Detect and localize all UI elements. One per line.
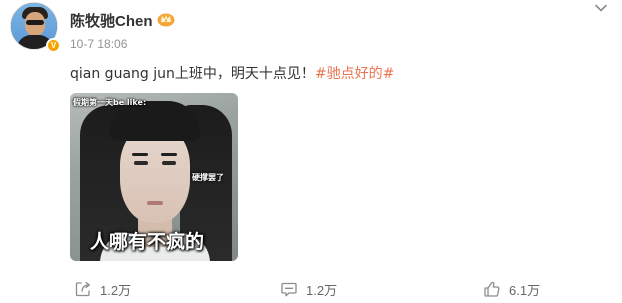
verified-badge-icon: V: [46, 38, 61, 53]
share-icon: [75, 281, 90, 297]
share-count: 1.2万: [100, 282, 132, 298]
avatar[interactable]: V: [10, 2, 61, 53]
action-bar: 1.2万 1.2万 6.1万: [0, 275, 622, 303]
weibo-post-card: V 陈牧驰Chen 10-7 18:06 qian guang jun上班中，明…: [0, 0, 622, 303]
crown-icon: [157, 13, 175, 27]
share-button[interactable]: 1.2万: [74, 278, 131, 300]
hashtag-link[interactable]: #驰点好的#: [315, 66, 394, 82]
image-caption-middle: 硬撑罢了: [192, 173, 224, 182]
post-image[interactable]: 假期第一天be like: 硬撑罢了 人哪有不疯的: [70, 93, 238, 261]
like-button[interactable]: 6.1万: [483, 278, 540, 300]
chevron-down-icon[interactable]: [593, 0, 609, 16]
username[interactable]: 陈牧驰Chen: [70, 10, 153, 31]
image-caption-bottom: 人哪有不疯的: [90, 231, 205, 253]
comment-icon: [281, 282, 297, 297]
comment-count: 1.2万: [306, 282, 338, 298]
post-body-text: qian guang jun上班中，明天十点见！: [70, 66, 315, 82]
comment-button[interactable]: 1.2万: [280, 278, 337, 300]
thumbs-up-icon: [484, 281, 500, 297]
post-timestamp[interactable]: 10-7 18:06: [70, 37, 127, 51]
like-count: 6.1万: [509, 282, 541, 298]
image-caption-top: 假期第一天be like:: [73, 98, 147, 107]
post-text: qian guang jun上班中，明天十点见！#驰点好的#: [70, 63, 394, 83]
